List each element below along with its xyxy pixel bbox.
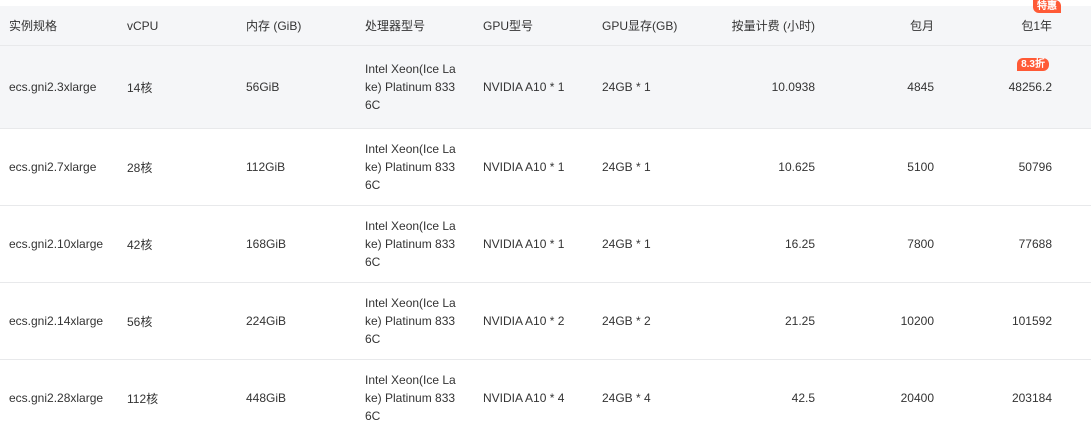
cell-monthly: 4845 bbox=[907, 80, 934, 94]
cell-vcpu: 28核 bbox=[127, 160, 153, 175]
discount-badge: 8.3折 bbox=[1017, 58, 1049, 71]
cell-memory: 168GiB bbox=[246, 237, 287, 251]
header-memory: 内存 (GiB) bbox=[246, 19, 302, 33]
table-row[interactable]: ecs.gni2.7xlarge 28核 112GiB Intel Xeon(I… bbox=[0, 129, 1091, 206]
cell-yearly: 77688 bbox=[1018, 237, 1052, 251]
special-offer-badge: 特惠 bbox=[1033, 0, 1061, 13]
cell-cpu-model: Intel Xeon(Ice Lake) Platinum 8336C bbox=[365, 219, 456, 269]
cell-hourly: 10.0938 bbox=[771, 80, 815, 94]
header-gpu-memory: GPU显存(GB) bbox=[602, 19, 678, 33]
cell-monthly: 10200 bbox=[900, 314, 934, 328]
cell-gpu-memory: 24GB * 1 bbox=[602, 80, 651, 94]
cell-gpu-model: NVIDIA A10 * 4 bbox=[483, 391, 565, 405]
cell-yearly: 101592 bbox=[1011, 314, 1052, 328]
header-gpu-model: GPU型号 bbox=[483, 19, 534, 33]
cell-spec: ecs.gni2.3xlarge bbox=[9, 80, 97, 94]
table-row[interactable]: ecs.gni2.10xlarge 42核 168GiB Intel Xeon(… bbox=[0, 206, 1091, 283]
cell-gpu-model: NVIDIA A10 * 2 bbox=[483, 314, 565, 328]
cell-vcpu: 42核 bbox=[127, 237, 153, 252]
cell-hourly: 42.5 bbox=[791, 391, 815, 405]
cell-gpu-memory: 24GB * 2 bbox=[602, 314, 651, 328]
cell-gpu-model: NVIDIA A10 * 1 bbox=[483, 160, 565, 174]
cell-hourly: 10.625 bbox=[778, 160, 815, 174]
header-spec: 实例规格 bbox=[9, 19, 58, 33]
cell-spec: ecs.gni2.28xlarge bbox=[9, 391, 104, 405]
pricing-table: 实例规格 vCPU 内存 (GiB) 处理器型号 GPU型号 GPU显存(GB)… bbox=[0, 0, 1091, 436]
cell-monthly: 5100 bbox=[907, 160, 934, 174]
cell-vcpu: 14核 bbox=[127, 80, 153, 95]
cell-memory: 112GiB bbox=[246, 160, 286, 174]
table-header: 实例规格 vCPU 内存 (GiB) 处理器型号 GPU型号 GPU显存(GB)… bbox=[0, 0, 1091, 46]
cell-cpu-model: Intel Xeon(Ice Lake) Platinum 8336C bbox=[365, 142, 456, 192]
cell-vcpu: 112核 bbox=[127, 391, 159, 406]
table-row[interactable]: ecs.gni2.3xlarge 14核 56GiB Intel Xeon(Ic… bbox=[0, 46, 1091, 129]
cell-monthly: 20400 bbox=[900, 391, 934, 405]
cell-yearly: 50796 bbox=[1018, 160, 1052, 174]
cell-memory: 224GiB bbox=[246, 314, 287, 328]
cell-gpu-memory: 24GB * 1 bbox=[602, 237, 651, 251]
cell-gpu-memory: 24GB * 1 bbox=[602, 160, 651, 174]
header-vcpu: vCPU bbox=[127, 18, 159, 33]
cell-hourly: 21.25 bbox=[784, 314, 815, 328]
cell-gpu-memory: 24GB * 4 bbox=[602, 391, 651, 405]
header-hourly: 按量计费 (小时) bbox=[731, 19, 815, 33]
cell-cpu-model: Intel Xeon(Ice Lake) Platinum 8336C bbox=[365, 296, 456, 346]
header-cpu-model: 处理器型号 bbox=[365, 19, 426, 33]
cell-hourly: 16.25 bbox=[784, 237, 815, 251]
cell-spec: ecs.gni2.7xlarge bbox=[9, 160, 97, 174]
cell-spec: ecs.gni2.10xlarge bbox=[9, 237, 104, 251]
cell-memory: 56GiB bbox=[246, 80, 280, 94]
table-row[interactable]: ecs.gni2.14xlarge 56核 224GiB Intel Xeon(… bbox=[0, 283, 1091, 360]
cell-gpu-model: NVIDIA A10 * 1 bbox=[483, 80, 565, 94]
cell-yearly: 203184 bbox=[1011, 391, 1052, 405]
cell-monthly: 7800 bbox=[907, 237, 934, 251]
cell-cpu-model: Intel Xeon(Ice Lake) Platinum 8336C bbox=[365, 373, 456, 423]
header-monthly: 包月 bbox=[909, 19, 934, 33]
cell-gpu-model: NVIDIA A10 * 1 bbox=[483, 237, 565, 251]
table-row[interactable]: ecs.gni2.28xlarge 112核 448GiB Intel Xeon… bbox=[0, 360, 1091, 436]
cell-cpu-model: Intel Xeon(Ice Lake) Platinum 8336C bbox=[365, 62, 456, 112]
cell-vcpu: 56核 bbox=[127, 314, 153, 329]
cell-memory: 448GiB bbox=[246, 391, 287, 405]
cell-spec: ecs.gni2.14xlarge bbox=[9, 314, 104, 328]
